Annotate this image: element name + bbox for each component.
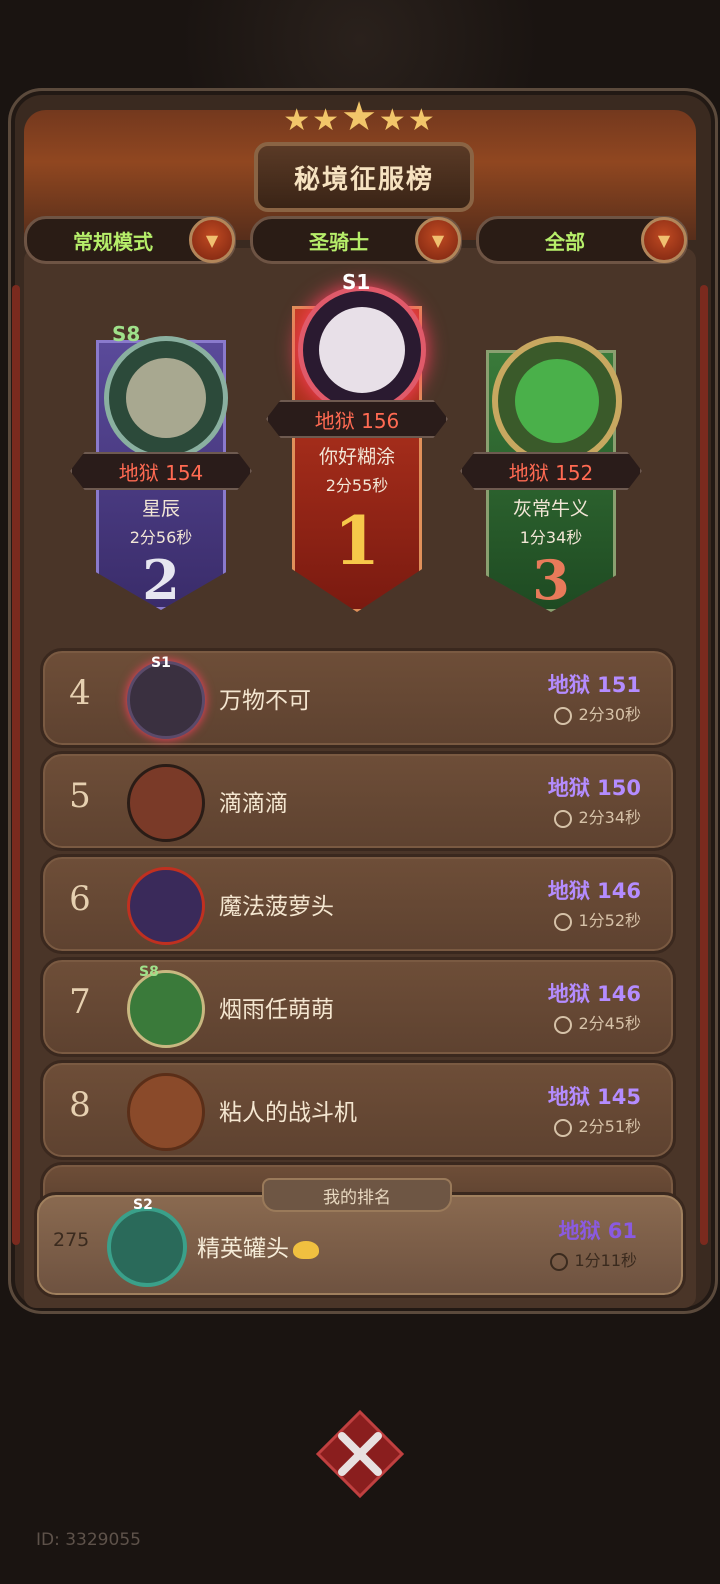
filter-class-label: 圣骑士 <box>309 229 369 254</box>
clock-icon <box>554 912 573 931</box>
avatar <box>492 336 622 466</box>
avatar <box>127 867 205 945</box>
clock-icon <box>554 1015 573 1034</box>
avatar <box>104 336 228 460</box>
rank-number: 3 <box>532 548 570 612</box>
list-item[interactable]: 5 滴滴滴 地狱 150 2分34秒 <box>40 751 676 851</box>
avatar-image <box>515 359 599 443</box>
my-rank-tab: 我的排名 <box>262 1178 452 1212</box>
chevron-down-icon[interactable]: ▼ <box>641 217 687 263</box>
rank-number: 6 <box>69 879 91 919</box>
avatar-image <box>319 307 405 393</box>
player-name: 粘人的战斗机 <box>219 1100 357 1126</box>
level-text: 地狱 145 <box>547 1085 641 1109</box>
level-badge: 地狱 154 <box>70 452 252 490</box>
clear-time: 2分30秒 <box>554 701 641 725</box>
list-item[interactable]: 4 S1 万物不可 地狱 151 2分30秒 <box>40 648 676 748</box>
my-rank-number: 275 <box>53 1229 90 1251</box>
clear-time: 2分51秒 <box>554 1113 641 1137</box>
clear-time: 2分55秒 <box>325 476 389 495</box>
player-name: 滴滴滴 <box>219 791 288 817</box>
podium-rank-3[interactable]: 地狱 152 灰常牛义 1分34秒 3 <box>460 310 642 612</box>
avatar <box>127 764 205 842</box>
clear-time: 2分34秒 <box>554 804 641 828</box>
avatar <box>127 1073 205 1151</box>
my-time: 1分11秒 <box>550 1247 637 1271</box>
chevron-down-icon[interactable]: ▼ <box>189 217 235 263</box>
clock-icon <box>554 706 573 725</box>
filter-mode[interactable]: 常规模式 ▼ <box>24 216 236 264</box>
list-item[interactable]: 8 粘人的战斗机 地狱 145 2分51秒 <box>40 1060 676 1160</box>
rank-number: 4 <box>69 673 91 713</box>
podium-rank-2[interactable]: S8 地狱 154 星辰 2分56秒 2 <box>70 300 252 612</box>
podium-rank-1[interactable]: S1 地狱 156 你好糊涂 2分55秒 1 <box>266 266 448 612</box>
player-name: 烟雨任萌萌 <box>219 997 334 1023</box>
rank-number: 8 <box>69 1085 91 1125</box>
level-text: 地狱 151 <box>547 673 641 697</box>
clear-time: 2分56秒 <box>129 528 193 547</box>
player-name: 灰常牛义 <box>512 498 589 520</box>
avatar <box>127 661 205 739</box>
level-badge: 地狱 152 <box>460 452 642 490</box>
clock-icon <box>554 1118 573 1137</box>
season-badge: S1 <box>151 655 171 671</box>
player-name: 你好糊涂 <box>318 446 395 468</box>
fortune-cookie-icon <box>293 1240 319 1259</box>
clock-icon <box>554 809 573 828</box>
player-id: ID: 3329055 <box>36 1530 141 1550</box>
filter-scope[interactable]: 全部 ▼ <box>476 216 688 264</box>
rank-number: 7 <box>69 982 91 1022</box>
my-level: 地狱 61 <box>558 1219 637 1243</box>
my-name: 精英罐头 <box>197 1229 319 1263</box>
player-name: 万物不可 <box>219 688 311 714</box>
chevron-down-icon[interactable]: ▼ <box>415 217 461 263</box>
filter-mode-label: 常规模式 <box>73 229 153 254</box>
filter-scope-label: 全部 <box>545 229 585 254</box>
rank-number: 5 <box>69 776 91 816</box>
rank-number: 2 <box>142 548 180 612</box>
clear-time: 2分45秒 <box>554 1010 641 1034</box>
avatar <box>298 286 426 414</box>
rank-number: 1 <box>334 502 380 580</box>
season-badge: S8 <box>112 322 141 346</box>
avatar-image <box>126 358 206 438</box>
avatar <box>127 970 205 1048</box>
page-title: 秘境征服榜 <box>293 164 434 195</box>
season-badge: S2 <box>133 1197 153 1213</box>
list-item[interactable]: 6 魔法菠萝头 地狱 146 1分52秒 <box>40 854 676 954</box>
avatar <box>107 1207 187 1287</box>
level-text: 地狱 146 <box>547 879 641 903</box>
clock-icon <box>550 1252 569 1271</box>
frame-right-rail <box>700 285 708 1245</box>
filter-class[interactable]: 圣骑士 ▼ <box>250 216 462 264</box>
season-badge: S8 <box>139 964 159 980</box>
title-plate: 秘境征服榜 <box>254 142 474 212</box>
frame-left-rail <box>12 285 20 1245</box>
player-name: 魔法菠萝头 <box>219 894 334 920</box>
clear-time: 1分52秒 <box>554 907 641 931</box>
level-badge: 地狱 156 <box>266 400 448 438</box>
clear-time: 1分34秒 <box>519 528 583 547</box>
player-name: 星辰 <box>141 498 180 520</box>
close-button[interactable] <box>314 1408 406 1500</box>
level-text: 地狱 146 <box>547 982 641 1006</box>
list-item[interactable]: 7 S8 烟雨任萌萌 地狱 146 2分45秒 <box>40 957 676 1057</box>
season-badge: S1 <box>342 270 371 294</box>
level-text: 地狱 150 <box>547 776 641 800</box>
close-icon <box>315 1409 405 1499</box>
stars-icon: ★★★★★ <box>283 94 437 140</box>
